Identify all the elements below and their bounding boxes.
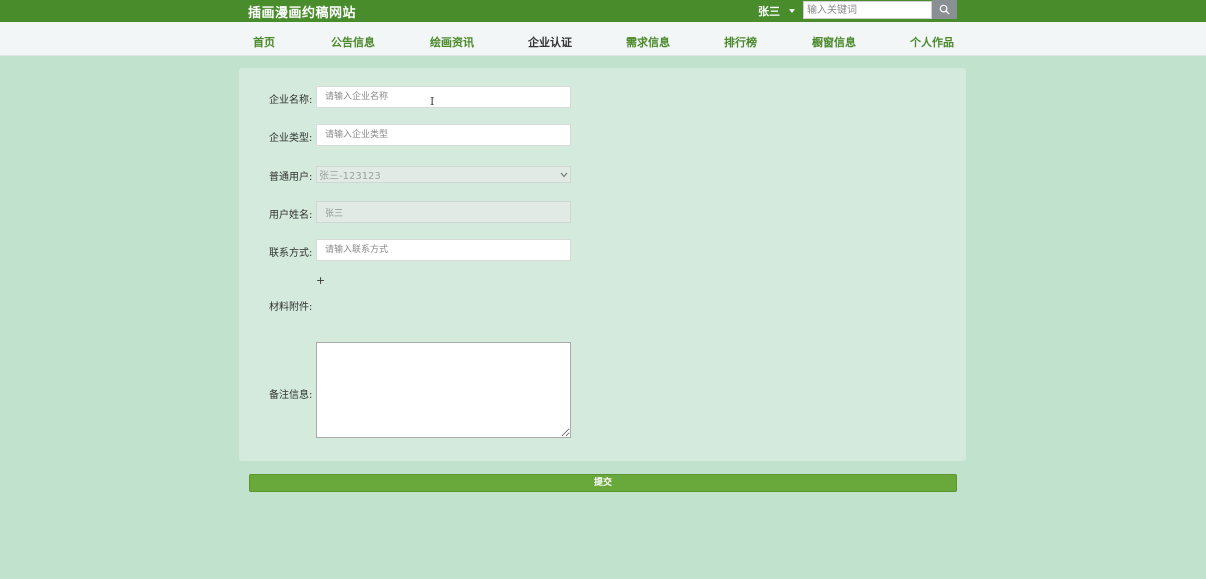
text-cursor-icon: I: [430, 95, 435, 108]
caret-down-icon[interactable]: [789, 9, 795, 13]
company-type-input[interactable]: [316, 124, 571, 146]
user-name-field: [316, 201, 571, 223]
attachment-label: 材料附件:: [269, 302, 313, 313]
company-type-label: 企业类型:: [269, 133, 313, 144]
contact-input[interactable]: [316, 239, 571, 261]
nav-personal-works[interactable]: 个人作品: [910, 34, 954, 50]
user-select-value: 张三-123123: [319, 171, 381, 182]
search-input[interactable]: [803, 1, 932, 19]
chevron-down-icon: [560, 172, 568, 177]
nav-drawing-news[interactable]: 绘画资讯: [430, 34, 474, 50]
contact-label: 联系方式:: [269, 248, 313, 259]
submit-button[interactable]: 提交: [249, 474, 957, 492]
nav-showcase[interactable]: 橱窗信息: [812, 34, 856, 50]
search-button[interactable]: [932, 0, 957, 19]
upload-plus-icon[interactable]: +: [316, 274, 325, 287]
user-menu[interactable]: 张三: [758, 3, 795, 19]
site-title[interactable]: 插画漫画约稿网站: [248, 2, 356, 21]
nav-ranking[interactable]: 排行榜: [724, 34, 757, 50]
search-icon: [939, 4, 950, 15]
remarks-label: 备注信息:: [269, 390, 313, 401]
nav-requirements[interactable]: 需求信息: [626, 34, 670, 50]
main-nav: 首页 公告信息 绘画资讯 企业认证 需求信息 排行榜 橱窗信息 个人作品: [0, 22, 1206, 56]
user-name[interactable]: 张三: [758, 3, 780, 19]
nav-home[interactable]: 首页: [253, 34, 275, 50]
remarks-textarea[interactable]: [316, 342, 571, 438]
user-name-label: 用户姓名:: [269, 210, 313, 221]
company-name-input[interactable]: [316, 86, 571, 108]
top-header: 插画漫画约稿网站 张三: [0, 0, 1206, 22]
user-select-label: 普通用户:: [269, 172, 313, 183]
user-select[interactable]: 张三-123123: [316, 166, 571, 183]
nav-company-certification[interactable]: 企业认证: [528, 34, 572, 50]
company-name-label: 企业名称:: [269, 95, 313, 106]
nav-announcements[interactable]: 公告信息: [331, 34, 375, 50]
